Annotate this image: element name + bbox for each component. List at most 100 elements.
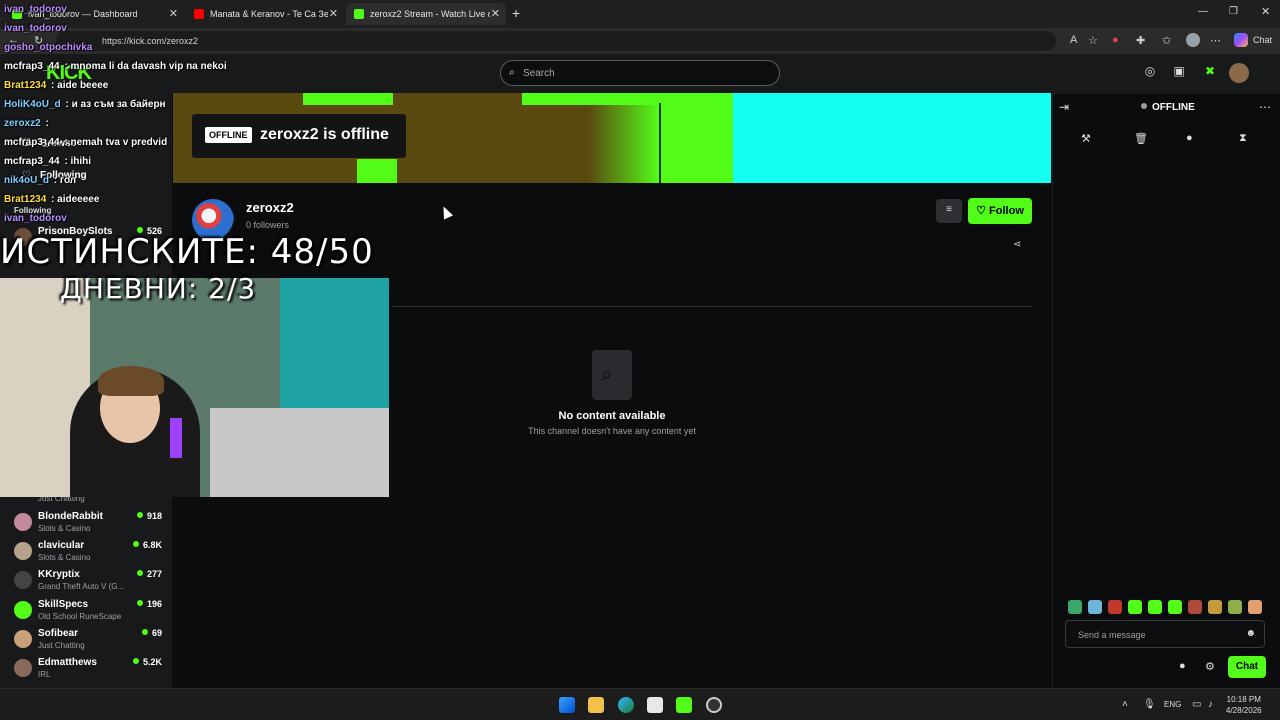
extension-icon[interactable]: ●: [1112, 34, 1119, 46]
stream-chat-line: Brat1234 : aideeeee: [4, 194, 100, 205]
viewer-count: 277: [137, 569, 162, 579]
copilot-label[interactable]: Chat: [1253, 35, 1272, 45]
profile-avatar-icon[interactable]: [1186, 33, 1200, 47]
kick-app-icon[interactable]: [676, 697, 692, 713]
chevron-up-icon[interactable]: ˄: [1122, 699, 1128, 710]
empty-state-title: No content available: [558, 410, 666, 422]
channel-category: Slots & Casino: [38, 524, 91, 533]
channel-category: Slots & Casino: [38, 553, 91, 562]
video-icon[interactable]: ▣: [1170, 64, 1188, 82]
follower-count: 0 followers: [246, 220, 290, 230]
channel-category: Grand Theft Auto V (G...: [38, 582, 125, 591]
obs-icon[interactable]: [706, 697, 722, 713]
copilot-icon[interactable]: [1234, 33, 1248, 47]
emote-icon[interactable]: [1148, 600, 1162, 614]
minimize-icon[interactable]: —: [1198, 6, 1208, 17]
follow-button[interactable]: ♡ Follow: [968, 198, 1032, 224]
collapse-chat-icon[interactable]: ⇥: [1059, 100, 1069, 114]
channel-name: Edmatthews: [38, 657, 97, 668]
stream-chat-line: mcfrap3_44 : ihihi: [4, 156, 92, 167]
sidebar-channel-kkryptix[interactable]: KKryptix Grand Theft Auto V (G... 277: [12, 569, 164, 597]
share-icon[interactable]: ⋖: [1013, 239, 1021, 250]
chat-rules-icon[interactable]: ●: [1179, 660, 1186, 672]
chat-message-input[interactable]: Send a message ☻: [1065, 620, 1265, 648]
read-aloud-icon[interactable]: A: [1070, 34, 1077, 46]
channel-category: Just Chatting: [38, 641, 85, 650]
emoji-icon[interactable]: ☻: [1245, 628, 1256, 639]
close-window-icon[interactable]: ✕: [1261, 5, 1270, 18]
close-tab-icon[interactable]: ✕: [329, 7, 338, 20]
clock[interactable]: 10:18 PM 4/28/2026: [1226, 694, 1262, 716]
language-indicator[interactable]: ENG: [1164, 700, 1181, 709]
windows-start-icon[interactable]: [559, 697, 575, 713]
windows-taskbar: ˄ 🎙 ENG ▭ ♪ 10:18 PM 4/28/2026: [0, 688, 1280, 720]
chat-placeholder: Send a message: [1078, 630, 1146, 640]
search-placeholder: Search: [523, 68, 555, 79]
stream-chat-line: Brat1234 : aide beeee: [4, 80, 109, 91]
emote-icon[interactable]: [1128, 600, 1142, 614]
empty-state-subtitle: This channel doesn't have any content ye…: [528, 426, 696, 436]
stream-chat-line: mcfrap3_44 : mnoma li da davash vip na n…: [4, 61, 227, 72]
maximize-icon[interactable]: ❐: [1229, 6, 1238, 17]
chat-bubble-icon[interactable]: ●: [1186, 132, 1193, 144]
chat-status: OFFLINE: [1141, 102, 1195, 113]
clock-time: 10:18 PM: [1226, 695, 1261, 704]
tab-divider: [392, 306, 1032, 307]
network-icon[interactable]: ▭: [1192, 699, 1201, 710]
more-menu-icon[interactable]: ⋯: [1210, 34, 1221, 47]
avatar: [14, 659, 32, 677]
volume-icon[interactable]: ♪: [1208, 699, 1213, 710]
emote-icon[interactable]: [1088, 600, 1102, 614]
offline-title: zeroxz2 is offline: [260, 126, 389, 143]
stream-chat-line: gosho_otpochivka: [4, 42, 93, 53]
settings-gear-icon[interactable]: ⚙: [1205, 660, 1215, 673]
avatar: [14, 513, 32, 531]
hammer-icon[interactable]: ⚒: [1081, 132, 1091, 145]
stream-chat-overlay: ivan_todorov ivan_todorov gosho_otpochiv…: [0, 4, 240, 244]
more-options-icon[interactable]: ⋯: [1259, 100, 1271, 114]
trash-icon[interactable]: 🗑: [1134, 132, 1148, 145]
emote-icon[interactable]: [1168, 600, 1182, 614]
emote-icon[interactable]: [1228, 600, 1242, 614]
kick-favicon-icon: [354, 9, 364, 19]
emote-icon[interactable]: [1188, 600, 1202, 614]
sidebar-channel-clavicular[interactable]: clavicular Slots & Casino 6.8K: [12, 540, 164, 568]
extensions-puzzle-icon[interactable]: ✚: [1136, 34, 1145, 47]
stream-chat-line: ivan_todorov: [4, 23, 67, 34]
daily-counter: ДНЕВНИ: 2/3: [60, 272, 257, 305]
emote-icon[interactable]: [1108, 600, 1122, 614]
rewards-icon[interactable]: ◎: [1141, 64, 1159, 82]
tab-kick-stream[interactable]: zeroxz2 Stream - Watch Live on Kick ✕: [346, 3, 506, 25]
emote-icon[interactable]: [1208, 600, 1222, 614]
search-input[interactable]: ⌕ Search: [500, 60, 780, 86]
clock-date: 4/28/2026: [1226, 706, 1262, 715]
emote-icon[interactable]: [1248, 600, 1262, 614]
favorite-star-icon[interactable]: ☆: [1088, 34, 1098, 47]
sidebar-channel-edmatthews[interactable]: Edmatthews IRL 5.2K: [12, 657, 164, 685]
close-tab-icon[interactable]: ✕: [491, 7, 500, 20]
sidebar-channel-sofibear[interactable]: Sofibear Just Chatting 69: [12, 628, 164, 656]
store-icon[interactable]: [647, 697, 663, 713]
file-explorer-icon[interactable]: [588, 697, 604, 713]
sidebar-channel-blonderabbit[interactable]: BlondeRabbit Slots & Casino 918: [12, 511, 164, 539]
avatar: [14, 542, 32, 560]
genuine-counter: ИСТИНСКИТЕ: 48/50: [0, 232, 374, 272]
microphone-icon[interactable]: 🎙: [1143, 699, 1156, 710]
viewer-count: 6.8K: [133, 540, 162, 550]
chat-panel: ⇥ OFFLINE ⋯ ⚒ 🗑 ● ⧗ Send a message ☻ ● ⚙…: [1052, 94, 1280, 688]
follow-label: Follow: [989, 205, 1024, 217]
emote-icon[interactable]: [1068, 600, 1082, 614]
viewer-count: 196: [137, 599, 162, 609]
notification-button[interactable]: ≡: [936, 199, 962, 223]
send-chat-button[interactable]: Chat: [1228, 656, 1266, 678]
edge-browser-icon[interactable]: [618, 697, 634, 713]
user-avatar[interactable]: [1229, 63, 1249, 83]
plus-icon[interactable]: +: [512, 5, 520, 21]
channel-name: SkillSpecs: [38, 599, 89, 610]
hourglass-icon[interactable]: ⧗: [1239, 132, 1247, 145]
kick-creator-icon[interactable]: ✖: [1201, 64, 1219, 82]
favorites-icon[interactable]: ✩: [1162, 34, 1171, 47]
sidebar-channel-skillspecs[interactable]: SkillSpecs Old School RuneScape 196: [12, 599, 164, 627]
channel-name[interactable]: zeroxz2: [246, 200, 294, 215]
avatar: [14, 571, 32, 589]
